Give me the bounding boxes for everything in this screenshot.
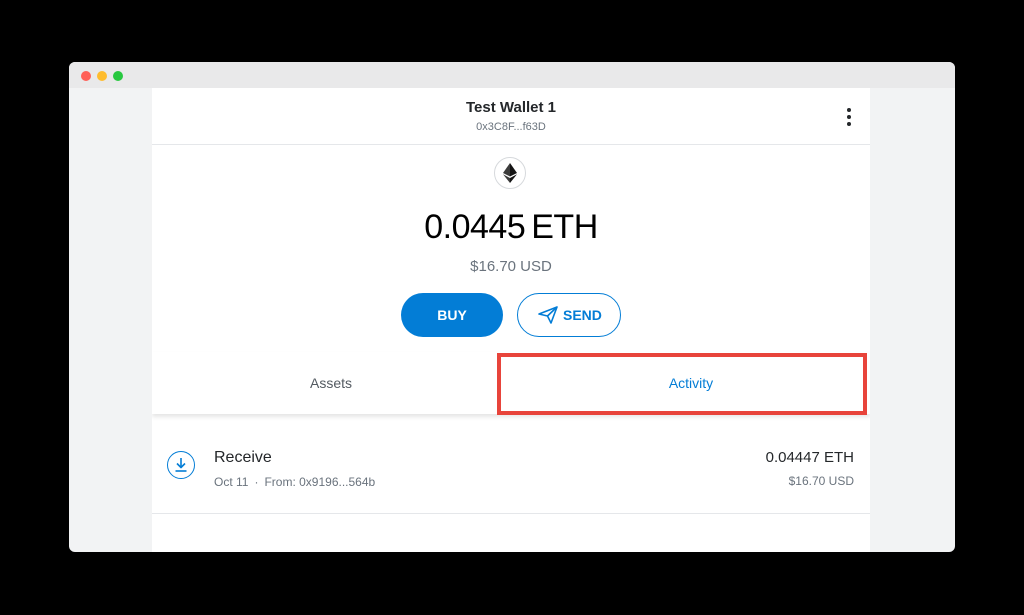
transaction-date: Oct 11 bbox=[214, 475, 249, 489]
wallet-header: Test Wallet 1 0x3C8F...f63D bbox=[152, 88, 870, 145]
paper-plane-icon bbox=[538, 306, 558, 324]
buy-button[interactable]: BUY bbox=[401, 293, 503, 337]
tab-bar: Assets Activity bbox=[152, 352, 870, 414]
window-titlebar bbox=[69, 62, 955, 88]
transaction-from: From: 0x9196...564b bbox=[264, 475, 376, 489]
transaction-amount: 0.04447 ETH bbox=[765, 449, 854, 466]
tab-activity[interactable]: Activity bbox=[516, 352, 866, 414]
transaction-title: Receive bbox=[214, 449, 272, 466]
separator-dot: · bbox=[254, 475, 259, 489]
send-button[interactable]: SEND bbox=[517, 293, 621, 337]
browser-window: Test Wallet 1 0x3C8F...f63D 0.0445 ETH $1… bbox=[69, 62, 955, 552]
ethereum-icon bbox=[494, 157, 526, 189]
receive-icon bbox=[167, 451, 195, 479]
balance-value: 0.0445 bbox=[424, 208, 526, 246]
account-name[interactable]: Test Wallet 1 bbox=[152, 99, 870, 116]
close-window-button[interactable] bbox=[81, 71, 91, 81]
transaction-fiat: $16.70 USD bbox=[788, 474, 854, 488]
balance-amount: 0.0445 ETH bbox=[152, 208, 870, 247]
maximize-window-button[interactable] bbox=[113, 71, 123, 81]
account-address[interactable]: 0x3C8F...f63D bbox=[152, 121, 870, 133]
send-button-label: SEND bbox=[563, 307, 602, 323]
balance-unit: ETH bbox=[531, 208, 598, 246]
transaction-subtitle: Oct 11 · From: 0x9196...564b bbox=[214, 475, 375, 489]
activity-list-item[interactable]: Receive Oct 11 · From: 0x9196...564b 0.044… bbox=[152, 430, 870, 514]
kebab-menu-icon[interactable] bbox=[842, 107, 856, 127]
balance-fiat: $16.70 USD bbox=[470, 258, 552, 275]
tab-assets[interactable]: Assets bbox=[156, 352, 506, 414]
minimize-window-button[interactable] bbox=[97, 71, 107, 81]
wallet-app: Test Wallet 1 0x3C8F...f63D 0.0445 ETH $1… bbox=[152, 88, 870, 552]
